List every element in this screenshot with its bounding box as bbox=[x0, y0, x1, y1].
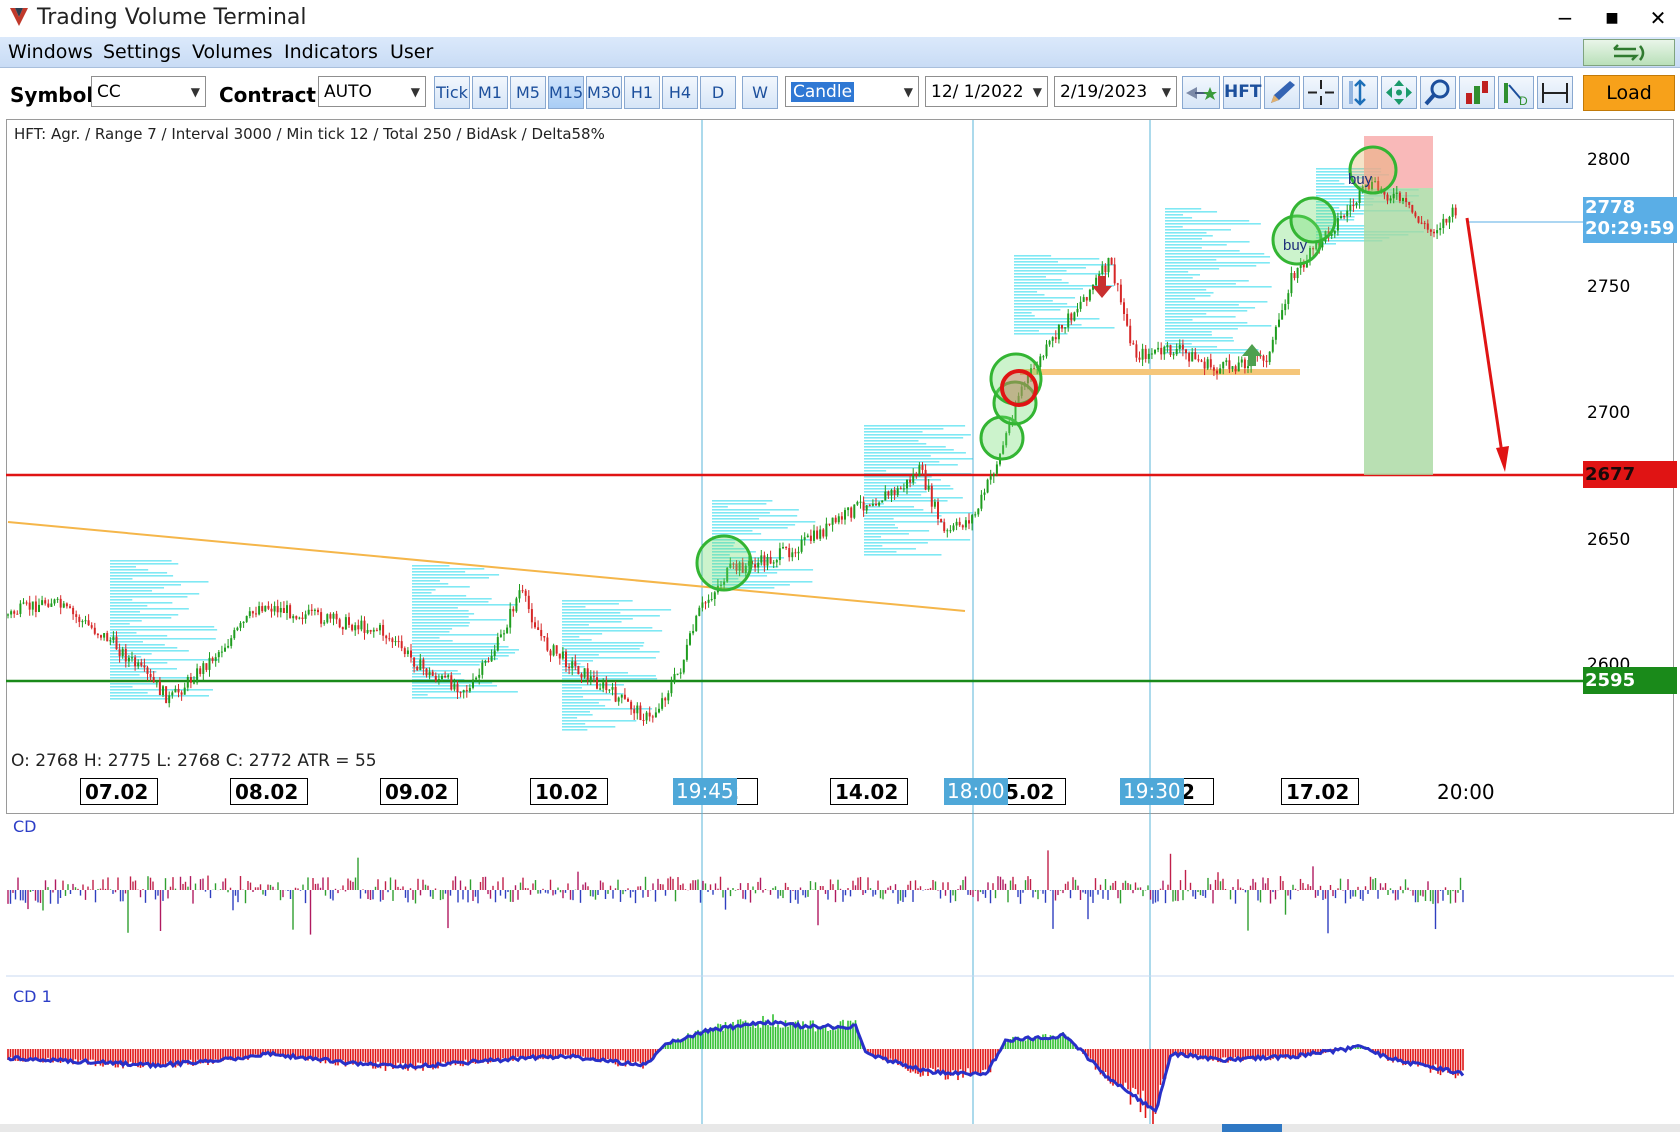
menu-user[interactable]: User bbox=[390, 41, 433, 63]
chart-type-value: Candle bbox=[791, 82, 855, 102]
maximize-button[interactable]: ■ bbox=[1592, 4, 1632, 32]
time-axis-date: 17.02 bbox=[1281, 778, 1359, 805]
chevron-down-icon: ▼ bbox=[190, 85, 200, 99]
date-to-picker[interactable]: 2/19/2023 ▼ bbox=[1054, 76, 1177, 107]
crosshair-icon bbox=[1308, 80, 1334, 105]
title-bar: Trading Volume Terminal − ■ ✕ bbox=[0, 0, 1680, 36]
timeframe-d[interactable]: D bbox=[700, 76, 736, 109]
time-axis-date: 5.02 bbox=[1000, 778, 1066, 805]
date-from-value: 12/ 1/2022 bbox=[931, 82, 1024, 102]
date-from-picker[interactable]: 12/ 1/2022 ▼ bbox=[925, 76, 1048, 107]
bars-button[interactable] bbox=[1459, 76, 1495, 109]
cd-histogram bbox=[6, 850, 1674, 977]
time-axis: 07.02 08.02 09.02 10.02 2 14.02 5.02 2 1… bbox=[6, 773, 1674, 809]
price-axis-label: 2750 bbox=[1587, 277, 1631, 297]
close-button[interactable]: ✕ bbox=[1638, 4, 1678, 32]
menu-indicators[interactable]: Indicators bbox=[284, 41, 378, 63]
symbol-label: Symbol bbox=[10, 83, 94, 107]
symbol-select[interactable]: CC ▼ bbox=[91, 76, 206, 107]
cd-panel-label: CD bbox=[13, 817, 37, 836]
cd-indicator-panel[interactable] bbox=[6, 812, 1674, 980]
current-price: 2778 bbox=[1585, 197, 1636, 218]
current-price-tag: 2778 20:29:59 bbox=[1583, 197, 1677, 243]
contract-select[interactable]: AUTO ▼ bbox=[318, 76, 426, 107]
current-time: 20:29:59 bbox=[1585, 218, 1675, 239]
time-axis-date: 10.02 bbox=[530, 778, 608, 805]
green-level-tag: 2595 bbox=[1583, 667, 1677, 694]
chevron-down-icon: ▼ bbox=[1161, 85, 1171, 99]
timeframe-w[interactable]: W bbox=[742, 76, 778, 109]
time-axis-date: 08.02 bbox=[230, 778, 308, 805]
hft-settings-info: HFT: Agr. / Range 7 / Interval 3000 / Mi… bbox=[14, 125, 605, 143]
contract-label: Contract bbox=[219, 83, 316, 107]
cd1-panel-label: CD 1 bbox=[13, 987, 52, 1006]
window-title: Trading Volume Terminal bbox=[37, 5, 307, 30]
bars-icon bbox=[1466, 81, 1488, 104]
price-axis-label: 2650 bbox=[1587, 530, 1631, 550]
time-axis-date: 14.02 bbox=[830, 778, 908, 805]
timeframe-m15[interactable]: M15 bbox=[548, 76, 584, 109]
chevron-down-icon: ▼ bbox=[903, 85, 913, 99]
ohlc-readout: O: 2768 H: 2775 L: 2768 C: 2772 ATR = 55 bbox=[11, 751, 377, 771]
range-star-icon bbox=[1186, 87, 1217, 100]
timeframe-tick[interactable]: Tick bbox=[434, 76, 470, 109]
date-to-value: 2/19/2023 bbox=[1060, 82, 1148, 102]
vertical-fit-icon bbox=[1349, 79, 1366, 106]
time-axis-label: 20:00 bbox=[1437, 780, 1495, 804]
horizontal-scrollbar[interactable] bbox=[0, 1124, 1680, 1132]
hft-button[interactable]: HFT bbox=[1223, 76, 1261, 109]
range-button[interactable] bbox=[1537, 76, 1573, 109]
move-icon bbox=[1386, 80, 1412, 105]
cd1-histogram bbox=[7, 1014, 1465, 1130]
chevron-down-icon: ▼ bbox=[1032, 85, 1042, 99]
scrollbar-thumb[interactable] bbox=[1222, 1124, 1282, 1132]
timeframe-m1[interactable]: M1 bbox=[472, 76, 508, 109]
range-star-button[interactable] bbox=[1182, 76, 1220, 109]
toolbar: Symbol CC ▼ Contract AUTO ▼ Tick M1 M5 M… bbox=[0, 68, 1680, 118]
svg-text:D: D bbox=[1519, 94, 1528, 108]
crosshair-button[interactable] bbox=[1303, 76, 1339, 109]
refresh-button[interactable] bbox=[1583, 39, 1675, 66]
price-chart-panel[interactable] bbox=[6, 119, 1674, 814]
red-level-tag: 2677 bbox=[1583, 461, 1677, 488]
contract-value: AUTO bbox=[324, 82, 372, 102]
price-axis-label: 2700 bbox=[1587, 403, 1631, 423]
pen-icon bbox=[1271, 81, 1295, 103]
timeframe-m30[interactable]: M30 bbox=[586, 76, 622, 109]
time-axis-date: 09.02 bbox=[380, 778, 458, 805]
refresh-icon bbox=[1613, 44, 1645, 61]
zoom-button[interactable] bbox=[1420, 76, 1456, 109]
menu-bar: Windows Settings Volumes Indicators User bbox=[0, 37, 1680, 68]
move-button[interactable] bbox=[1381, 76, 1417, 109]
chart-type-select[interactable]: Candle ▼ bbox=[785, 76, 919, 107]
session-time-marker: 18:00 bbox=[944, 778, 1008, 805]
session-time-marker: 19:30 bbox=[1120, 778, 1184, 805]
minimize-button[interactable]: − bbox=[1545, 4, 1585, 32]
zoom-icon bbox=[1424, 79, 1450, 106]
menu-volumes[interactable]: Volumes bbox=[192, 41, 273, 63]
pen-button[interactable] bbox=[1264, 76, 1300, 109]
cd1-indicator-panel[interactable] bbox=[6, 983, 1674, 1130]
price-axis-label: 2800 bbox=[1587, 150, 1631, 170]
menu-windows[interactable]: Windows bbox=[8, 41, 93, 63]
bars-d-button[interactable]: D bbox=[1498, 76, 1534, 109]
timeframe-h4[interactable]: H4 bbox=[662, 76, 698, 109]
chevron-down-icon: ▼ bbox=[410, 85, 420, 99]
time-axis-date: 07.02 bbox=[80, 778, 158, 805]
menu-settings[interactable]: Settings bbox=[103, 41, 181, 63]
vertical-fit-button[interactable] bbox=[1342, 76, 1378, 109]
range-icon bbox=[1542, 83, 1568, 103]
app-logo-icon bbox=[10, 8, 28, 26]
timeframe-m5[interactable]: M5 bbox=[510, 76, 546, 109]
session-time-marker: 19:45 bbox=[673, 778, 737, 805]
bars-d-icon: D bbox=[1504, 83, 1528, 108]
symbol-value: CC bbox=[97, 82, 121, 102]
timeframe-h1[interactable]: H1 bbox=[624, 76, 660, 109]
load-button[interactable]: Load bbox=[1583, 75, 1675, 111]
